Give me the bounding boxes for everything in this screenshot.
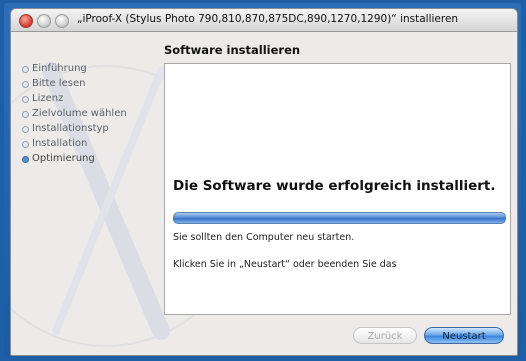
step-bullet-icon xyxy=(22,81,29,88)
title-bar[interactable]: „iProof-X (Stylus Photo 790,810,870,875D… xyxy=(11,9,517,32)
step-item: Bitte lesen xyxy=(22,78,127,93)
window-title: „iProof-X (Stylus Photo 790,810,870,875D… xyxy=(77,13,459,25)
restart-note: Sie sollten den Computer neu starten. xyxy=(173,232,355,243)
step-bullet-icon xyxy=(22,126,29,133)
content-panel: Die Software wurde erfolgreich installie… xyxy=(164,63,511,315)
step-item: Installationstyp xyxy=(22,123,127,138)
step-bullet-icon xyxy=(22,66,29,73)
page-title: Software installieren xyxy=(164,43,301,57)
zoom-icon[interactable] xyxy=(55,14,69,28)
step-bullet-icon xyxy=(22,96,29,103)
step-item: Lizenz xyxy=(22,93,127,108)
restart-button[interactable]: Neustart xyxy=(424,327,504,344)
installer-window: „iProof-X (Stylus Photo 790,810,870,875D… xyxy=(10,8,518,356)
step-item: Installation xyxy=(22,138,127,153)
close-icon[interactable] xyxy=(19,14,33,28)
step-bullet-icon xyxy=(22,111,29,118)
step-item: Einführung xyxy=(22,63,127,78)
back-button[interactable]: Zurück xyxy=(353,327,417,344)
success-message: Die Software wurde erfolgreich installie… xyxy=(173,178,496,194)
minimize-icon[interactable] xyxy=(37,14,51,28)
instruction-text: Klicken Sie in „Neustart“ oder beenden S… xyxy=(173,259,397,270)
step-item: Zielvolume wählen xyxy=(22,108,127,123)
progress-bar xyxy=(173,212,506,224)
step-list: Einführung Bitte lesen Lizenz Zielvolume… xyxy=(22,63,127,168)
step-bullet-active-icon xyxy=(22,156,29,163)
step-bullet-icon xyxy=(22,141,29,148)
step-item-current: Optimierung xyxy=(22,153,127,168)
